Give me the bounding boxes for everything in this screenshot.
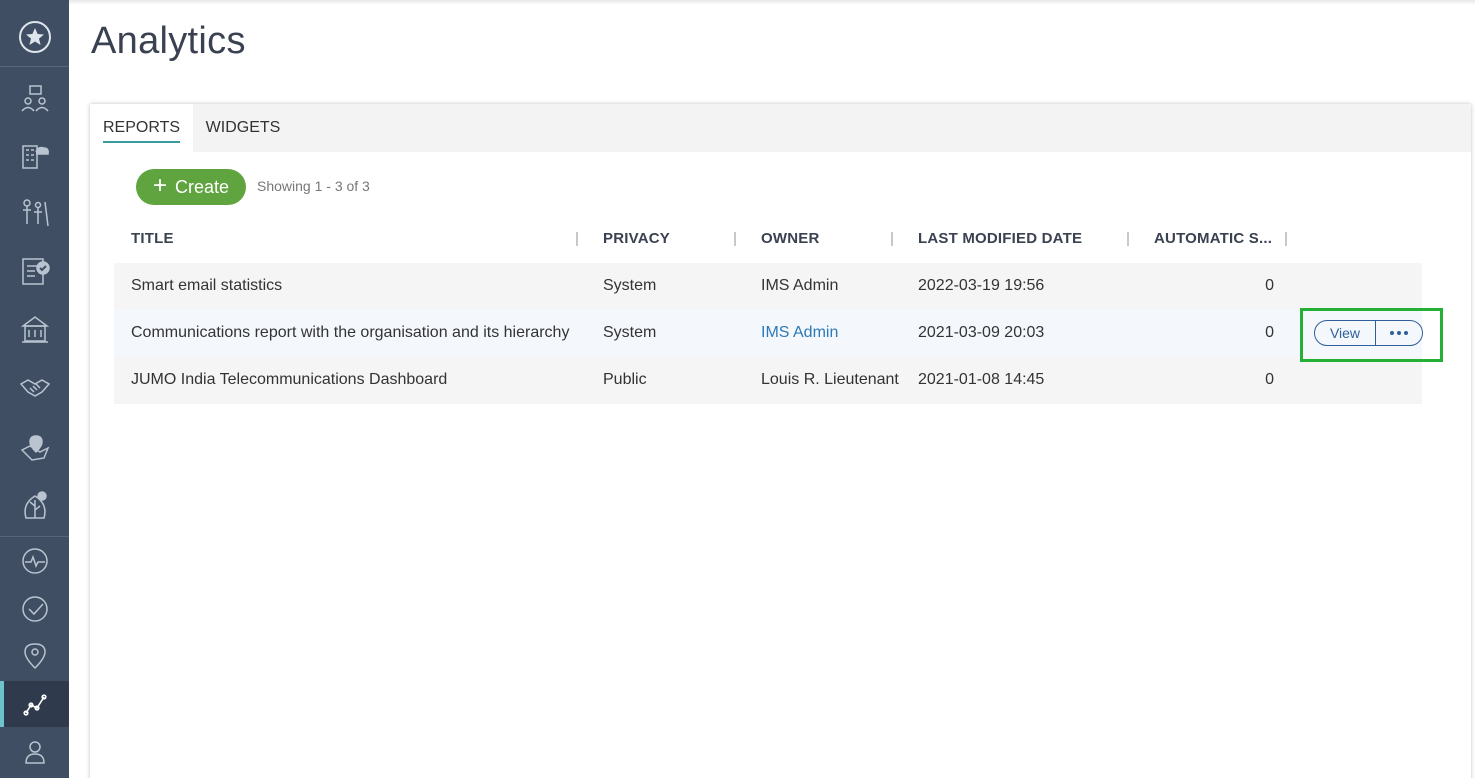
plus-icon: + bbox=[152, 172, 167, 199]
column-resizer[interactable] bbox=[1127, 232, 1129, 246]
sidebar-item-organisations[interactable] bbox=[0, 132, 69, 178]
table-row[interactable]: Smart email statistics System IMS Admin … bbox=[114, 263, 1422, 310]
tab-bar: REPORTS WIDGETS bbox=[90, 104, 1471, 152]
column-header-title[interactable]: TITLE bbox=[131, 230, 174, 247]
sidebar-item-environment[interactable] bbox=[0, 482, 69, 528]
cell-title[interactable]: Smart email statistics bbox=[131, 277, 282, 295]
tab-reports[interactable]: REPORTS bbox=[90, 104, 193, 152]
user-icon bbox=[24, 741, 45, 764]
pagination-summary: Showing 1 - 3 of 3 bbox=[257, 178, 370, 194]
sidebar-item-regions[interactable] bbox=[0, 424, 69, 470]
create-button[interactable]: + Create bbox=[136, 169, 246, 205]
handshake-icon bbox=[19, 379, 50, 397]
sidebar-item-locations[interactable] bbox=[0, 633, 69, 679]
page-title: Analytics bbox=[91, 20, 246, 62]
table-row[interactable]: JUMO India Telecommunications Dashboard … bbox=[114, 357, 1422, 404]
cell-title[interactable]: Communications report with the organisat… bbox=[131, 324, 569, 342]
family-icon bbox=[22, 199, 49, 227]
column-header-privacy[interactable]: PRIVACY bbox=[603, 230, 670, 247]
cell-owner: Louis R. Lieutenant bbox=[761, 371, 899, 388]
region-pin-icon bbox=[20, 435, 49, 461]
tab-reports-label: REPORTS bbox=[102, 119, 181, 143]
cell-owner: IMS Admin bbox=[761, 277, 839, 294]
reports-panel: REPORTS WIDGETS + Create Showing 1 - 3 o… bbox=[90, 104, 1471, 778]
plant-icon bbox=[23, 491, 47, 519]
column-resizer[interactable] bbox=[734, 232, 736, 246]
more-dots-icon bbox=[1390, 331, 1394, 335]
cell-automatic: 0 bbox=[1265, 277, 1274, 294]
cell-title[interactable]: JUMO India Telecommunications Dashboard bbox=[131, 371, 447, 389]
column-resizer[interactable] bbox=[1285, 232, 1287, 246]
cell-modified: 2021-01-08 14:45 bbox=[918, 371, 1045, 388]
check-circle-icon bbox=[21, 596, 48, 622]
tab-widgets-label: WIDGETS bbox=[205, 119, 281, 136]
column-header-owner[interactable]: OWNER bbox=[761, 230, 820, 247]
activity-icon bbox=[21, 548, 48, 574]
cell-modified: 2021-03-09 20:03 bbox=[918, 324, 1045, 341]
sidebar-item-institutions[interactable] bbox=[0, 306, 69, 352]
more-options-button[interactable] bbox=[1375, 320, 1423, 346]
cell-automatic: 0 bbox=[1265, 324, 1274, 341]
cell-automatic: 0 bbox=[1265, 371, 1274, 388]
column-resizer[interactable] bbox=[576, 232, 578, 246]
institution-icon bbox=[20, 316, 49, 343]
sidebar bbox=[0, 0, 69, 778]
cell-privacy: System bbox=[603, 277, 657, 294]
sidebar-item-community[interactable] bbox=[0, 76, 69, 122]
column-header-last-modified[interactable]: LAST MODIFIED DATE bbox=[918, 230, 1082, 247]
create-button-label: Create bbox=[174, 176, 230, 197]
cell-privacy: System bbox=[603, 324, 657, 341]
sidebar-item-households[interactable] bbox=[0, 190, 69, 236]
sidebar-item-surveys[interactable] bbox=[0, 248, 69, 294]
top-shadow bbox=[69, 0, 1475, 5]
checklist-icon bbox=[21, 258, 50, 285]
sidebar-item-profile[interactable] bbox=[0, 729, 69, 775]
cell-privacy: Public bbox=[603, 371, 647, 388]
tab-widgets[interactable]: WIDGETS bbox=[193, 104, 293, 152]
people-map-icon bbox=[20, 85, 49, 112]
sidebar-item-activity[interactable] bbox=[0, 538, 69, 584]
table-row[interactable]: Communications report with the organisat… bbox=[114, 310, 1422, 357]
sidebar-item-analytics[interactable] bbox=[0, 681, 69, 727]
sidebar-item-partners[interactable] bbox=[0, 364, 69, 410]
star-icon bbox=[18, 21, 51, 53]
cell-owner-link[interactable]: IMS Admin bbox=[761, 324, 838, 342]
sidebar-item-tasks[interactable] bbox=[0, 586, 69, 632]
building-cloud-icon bbox=[21, 145, 49, 169]
analytics-icon bbox=[22, 694, 47, 716]
view-button[interactable]: View bbox=[1314, 320, 1376, 346]
column-resizer[interactable] bbox=[891, 232, 893, 246]
column-header-automatic[interactable]: AUTOMATIC S... bbox=[1154, 230, 1272, 247]
cell-modified: 2022-03-19 19:56 bbox=[918, 277, 1045, 294]
sidebar-item-favorites[interactable] bbox=[0, 14, 69, 60]
location-pin-icon bbox=[23, 643, 46, 670]
